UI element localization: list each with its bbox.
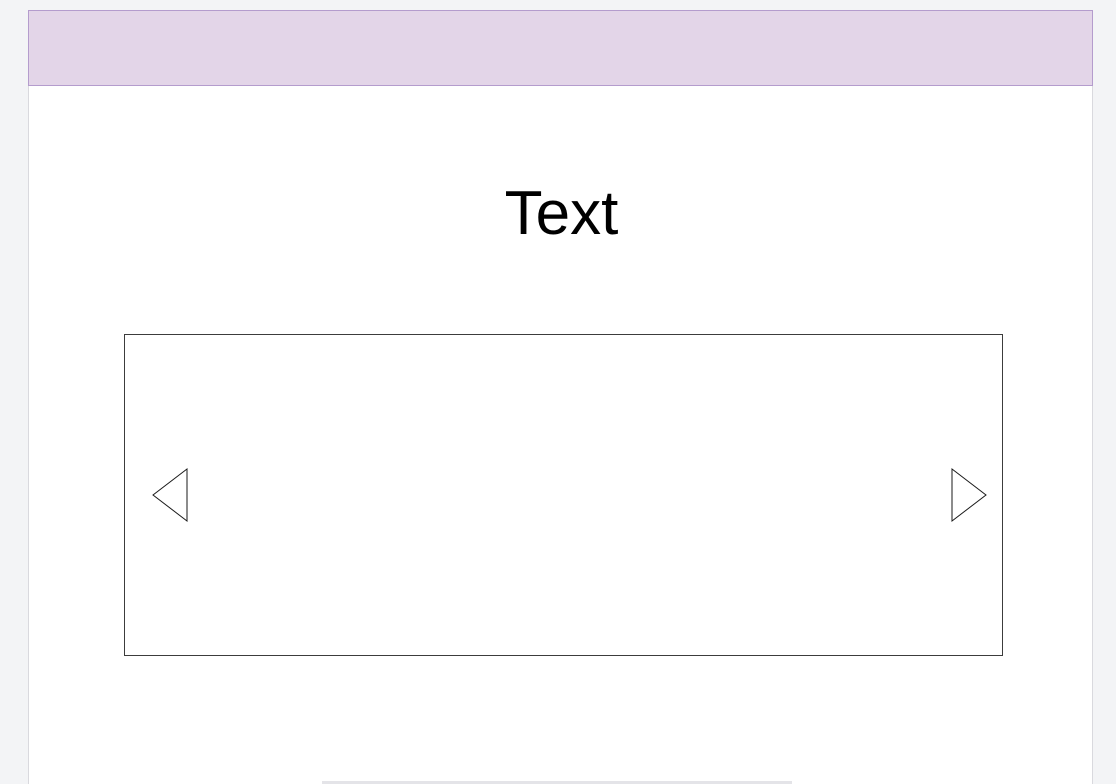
image-carousel <box>124 334 1003 656</box>
header-bar <box>28 10 1093 86</box>
chevron-left-triangle-icon <box>152 467 188 523</box>
chevron-right-triangle-icon <box>951 467 987 523</box>
page-heading: Text <box>504 179 619 248</box>
carousel-prev-button[interactable] <box>151 465 191 525</box>
carousel-next-button[interactable] <box>950 465 990 525</box>
page-canvas: Text <box>28 10 1093 784</box>
